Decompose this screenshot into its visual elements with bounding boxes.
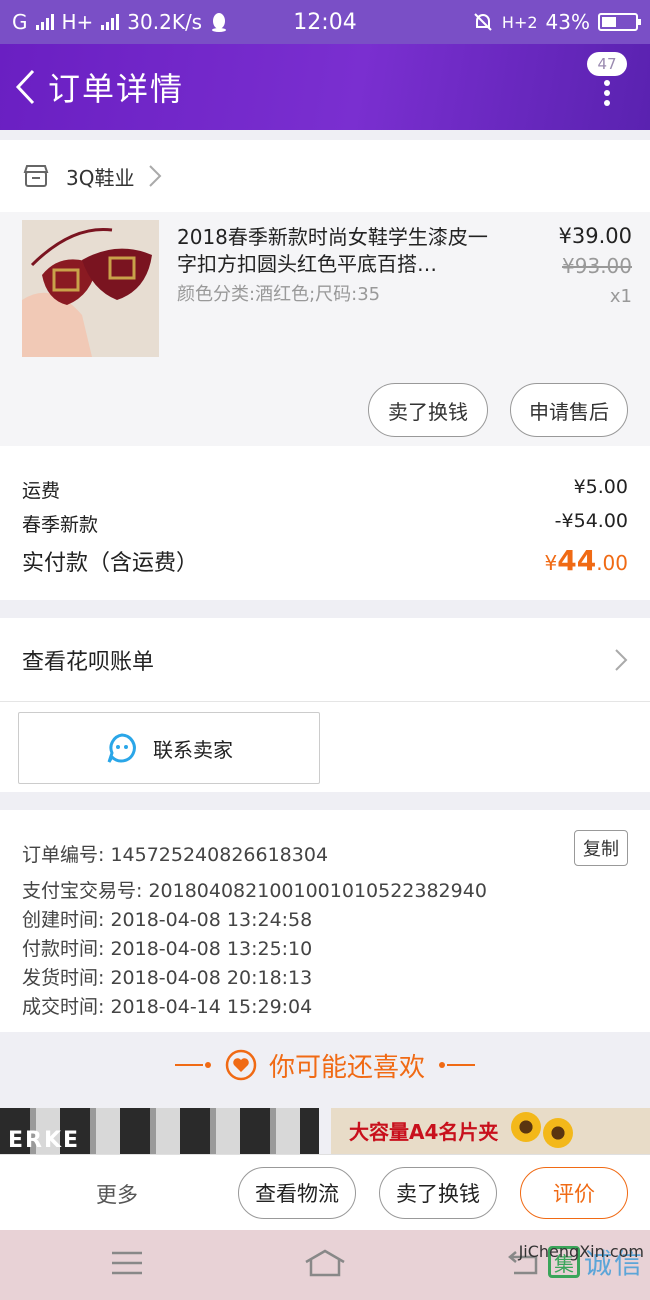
status-bar: G H+ 30.2K/s 12:04 H+2 43% — [0, 0, 650, 44]
chevron-right-icon — [149, 165, 162, 187]
paid-int: 44 — [557, 544, 597, 577]
contact-seller-button[interactable]: 联系卖家 — [18, 712, 320, 784]
carrier-label: G — [12, 10, 28, 34]
paid-amount: ¥44.00 — [544, 544, 628, 577]
huabei-label: 查看花呗账单 — [22, 649, 155, 675]
resell-button[interactable]: 卖了换钱 — [368, 383, 488, 437]
qq-icon — [212, 13, 227, 32]
contact-label: 联系卖家 — [153, 737, 233, 762]
product-quantity: x1 — [609, 286, 632, 307]
watermark-url: JiChengXin.com — [518, 1242, 644, 1261]
header: 订单详情 47 — [0, 44, 650, 130]
battery-fill — [602, 17, 616, 27]
huabei-bill-row[interactable]: 查看花呗账单 — [0, 618, 650, 702]
discount-label: 春季新款 — [22, 514, 99, 536]
store-row[interactable]: 3Q鞋业 — [0, 140, 650, 212]
mute-icon — [474, 13, 492, 31]
bottom-action-bar: 更多 查看物流 卖了换钱 评价 — [0, 1154, 650, 1230]
product-spec: 颜色分类:酒红色;尺码:35 — [177, 284, 381, 305]
shipping-value: ¥5.00 — [573, 476, 628, 498]
copy-button[interactable]: 复制 — [574, 830, 628, 866]
page-title: 订单详情 — [48, 70, 185, 108]
created-time: 创建时间: 2018-04-08 13:24:58 — [22, 909, 313, 931]
paid-time: 付款时间: 2018-04-08 13:25:10 — [22, 938, 313, 960]
order-item[interactable]: 2018春季新款时尚女鞋学生漆皮一字扣方扣圆头红色平底百搭… 颜色分类:酒红色;… — [0, 212, 650, 446]
home-icon[interactable] — [303, 1248, 347, 1278]
divider-left — [174, 1062, 213, 1068]
paid-label: 实付款（含运费） — [22, 551, 199, 576]
recommend-title: 你可能还喜欢 — [268, 1052, 425, 1083]
discount-value: -¥54.00 — [554, 510, 628, 532]
discount-row: 春季新款 -¥54.00 — [22, 510, 628, 537]
network-label-right: H+2 — [501, 12, 538, 32]
menu-icon[interactable] — [110, 1248, 144, 1278]
chevron-left-icon — [15, 69, 35, 105]
paid-currency: ¥ — [544, 551, 558, 575]
product-name: 2018春季新款时尚女鞋学生漆皮一字扣方扣圆头红色平底百搭… — [177, 225, 488, 276]
recommend-list: ERKE 大容量A4名片夹 — [0, 1108, 650, 1154]
network-speed: 30.2K/s — [127, 10, 203, 34]
recommend-slogan: 大容量A4名片夹 — [349, 1120, 499, 1144]
contact-section: 联系卖家 — [0, 702, 650, 792]
message-badge: 47 — [587, 52, 627, 76]
sunflower-image — [511, 1112, 541, 1142]
network-label: H+ — [61, 10, 94, 34]
completed-time: 成交时间: 2018-04-14 15:29:04 — [22, 996, 313, 1018]
chat-icon — [107, 733, 136, 763]
shipping-label: 运费 — [22, 480, 61, 502]
store-icon — [23, 165, 49, 187]
fee-summary: 运费 ¥5.00 春季新款 -¥54.00 实付款（含运费） ¥44.00 — [0, 446, 650, 600]
battery-icon — [598, 13, 641, 31]
order-info: 订单编号: 145725240826618304 支付宝交易号: 2018040… — [0, 810, 650, 1032]
status-left: G H+ 30.2K/s — [12, 10, 228, 34]
view-logistics-button[interactable]: 查看物流 — [238, 1167, 356, 1219]
store-name: 3Q鞋业 — [66, 165, 135, 190]
system-nav-bar: 集 诚信 JiChengXin.com — [0, 1230, 650, 1300]
recommend-card[interactable]: 大容量A4名片夹 — [331, 1108, 650, 1154]
back-button[interactable] — [2, 57, 48, 117]
status-right: H+2 43% — [472, 10, 641, 34]
paid-dec: .00 — [596, 551, 628, 575]
after-sale-button[interactable]: 申请售后 — [510, 383, 628, 437]
product-thumbnail[interactable] — [22, 220, 159, 357]
chevron-right-icon — [615, 648, 628, 671]
resell-button-bottom[interactable]: 卖了换钱 — [379, 1167, 497, 1219]
signal-icon — [35, 14, 54, 30]
sunflower-image — [543, 1118, 573, 1148]
product-price: ¥39.00 — [558, 224, 632, 248]
review-button[interactable]: 评价 — [520, 1167, 628, 1219]
original-price: ¥93.00 — [562, 254, 632, 278]
divider-right — [437, 1062, 475, 1068]
recommend-header: 你可能还喜欢 — [0, 1032, 650, 1098]
more-menu-button[interactable]: 47 — [584, 52, 630, 122]
more-vertical-icon — [604, 80, 610, 106]
paid-row: 实付款（含运费） ¥44.00 — [22, 544, 628, 577]
more-button[interactable]: 更多 — [96, 1179, 138, 1209]
alipay-trade-number: 支付宝交易号: 2018040821001001010522382940 — [22, 880, 487, 902]
order-number: 订单编号: 145725240826618304 — [22, 844, 329, 866]
shipping-row: 运费 ¥5.00 — [22, 476, 628, 503]
battery-percent: 43% — [545, 10, 590, 34]
heart-icon — [225, 1049, 257, 1081]
shipped-time: 发货时间: 2018-04-08 20:18:13 — [22, 967, 313, 989]
recommend-card[interactable]: ERKE — [0, 1108, 319, 1154]
signal-icon-2 — [101, 14, 120, 30]
shoe-image — [22, 220, 159, 357]
recommend-brand: ERKE — [8, 1128, 81, 1153]
